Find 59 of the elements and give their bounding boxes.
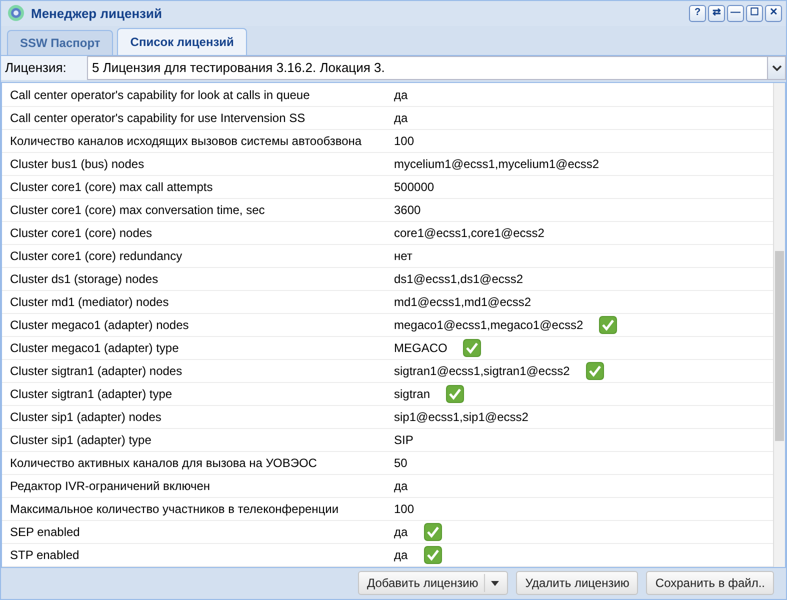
table-cell-text: Cluster bus1 (bus) nodes — [9, 156, 146, 171]
table-cell: md1@ecss1,md1@ecss2 — [394, 294, 532, 309]
field-label: Лицензия: — [5, 60, 68, 76]
table-cell-text: Call center operator's capability for use Intervension SS — [9, 110, 306, 125]
table-cell-text: SEP enabled — [9, 524, 81, 539]
add-license-button[interactable]: Добавить лицензию — [358, 571, 508, 596]
table-cell-text: Cluster sip1 (adapter) nodes — [9, 410, 162, 424]
table-cell-text: Cluster ds1 (storage) nodes — [9, 272, 160, 286]
table-cell: 50 — [394, 456, 408, 470]
table-cell-text: Cluster megaco1 (adapter) type — [9, 340, 180, 355]
table-cell-text: Cluster sigtran1 (adapter) type — [9, 386, 174, 401]
window-title: Менеджер лицензий — [31, 6, 163, 21]
table-cell: mycelium1@ecss1,mycelium1@ecss2 — [394, 156, 600, 171]
table-cell-text: Cluster core1 (core) max call attempts — [9, 180, 214, 194]
table-cell: sip1@ecss1,sip1@ecss2 — [394, 410, 528, 424]
table-cell-text: Cluster megaco1 (adapter) nodes — [9, 318, 190, 332]
table-cell-text: Количество активных каналов для вызова на УОВЭОС — [9, 456, 318, 470]
table-cell-text: Максимальное количество участников в телеконференции — [9, 502, 340, 516]
app-logo-icon — [7, 4, 25, 22]
table-cell: нет — [394, 248, 412, 263]
window-control-button[interactable]: ? — [689, 4, 706, 22]
table-cell-text: Cluster sigtran1 (adapter) nodes — [9, 364, 184, 378]
tab[interactable]: Список лицензий — [117, 28, 247, 55]
table-cell: 100 — [394, 502, 414, 516]
table-cell: да — [394, 478, 408, 493]
window-control-button[interactable]: — — [727, 4, 744, 22]
table-cell: 500000 — [394, 180, 434, 194]
table-cell: ds1@ecss1,ds1@ecss2 — [394, 272, 524, 286]
table-cell-text: Cluster core1 (core) nodes — [9, 226, 154, 240]
table-cell-text: Call center operator's capability for look at calls in queue — [9, 88, 311, 102]
table-cell: megaco1@ecss1,megaco1@ecss2 — [394, 318, 584, 332]
table-cell: 100 — [394, 134, 414, 148]
table-cell-text: Cluster sip1 (adapter) type — [9, 432, 152, 447]
window-control-button[interactable]: ✕ — [765, 4, 782, 22]
toolbar-button[interactable]: Удалить лицензию — [516, 571, 638, 596]
table-cell: да — [394, 110, 408, 125]
toolbar-button[interactable]: Сохранить в файл.. — [646, 571, 774, 596]
table-cell-text: Редактор IVR-ограничений включен — [9, 478, 212, 493]
table-cell: sigtran — [394, 386, 430, 401]
chevron-down-icon — [772, 64, 782, 71]
table-cell: sigtran1@ecss1,sigtran1@ecss2 — [394, 364, 570, 378]
table-cell-text: Cluster core1 (core) redundancy — [9, 248, 184, 263]
license-dropdown[interactable]: 5 Лицензия для тестирования 3.16.2. Локация 3. — [87, 56, 786, 80]
window-control-button[interactable]: ☐ — [746, 4, 763, 22]
table-cell: да — [394, 548, 408, 562]
table-cell-text: Cluster core1 (core) max conversation time, sec — [9, 202, 266, 217]
scrollbar[interactable] — [773, 82, 785, 567]
tab[interactable]: SSW Паспорт — [7, 30, 114, 55]
window-control-button[interactable]: ⇄ — [708, 4, 725, 22]
table-cell: SIP — [394, 432, 414, 447]
caret-icon — [491, 580, 500, 586]
table-cell-text: Количество каналов исходящих вызовов системы автообзвона — [9, 134, 363, 148]
table-cell-text: STP enabled — [9, 548, 80, 562]
table-cell: MEGACO — [394, 340, 448, 355]
table-cell: core1@ecss1,core1@ecss2 — [394, 226, 544, 240]
table-cell: да — [394, 524, 408, 539]
table-cell: 3600 — [394, 202, 421, 217]
table-cell: да — [394, 88, 408, 102]
table-cell-text: Cluster md1 (mediator) nodes — [9, 294, 170, 309]
